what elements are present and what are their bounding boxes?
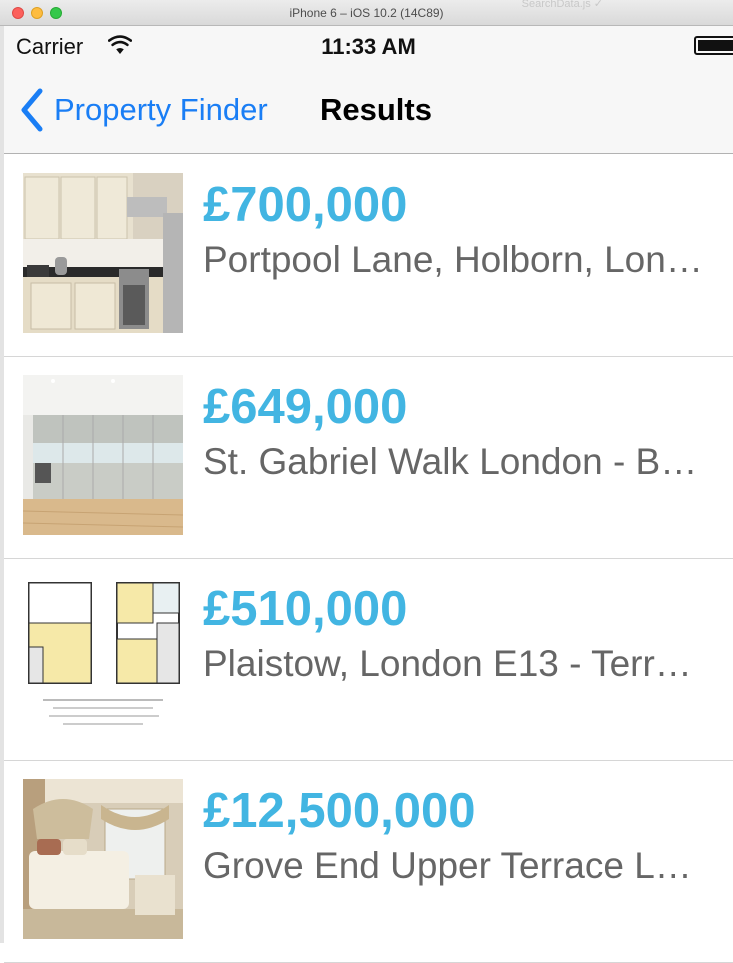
results-list: £700,000 Portpool Lane, Holborn, Lon… £6… <box>4 155 733 963</box>
navigation-bar: Property Finder Results <box>4 66 733 154</box>
battery-icon <box>694 36 733 55</box>
status-time: 11:33 AM <box>321 34 416 59</box>
window-title: iPhone 6 – iOS 10.2 (14C89) <box>289 6 444 20</box>
simulator-window-titlebar: SearchData.js ✓ iPhone 6 – iOS 10.2 (14C… <box>0 0 733 26</box>
listing-title: St. Gabriel Walk London - B… <box>203 441 698 482</box>
listing-title: Plaistow, London E13 - Terr… <box>203 643 692 684</box>
modern-kitchen-photo <box>23 375 183 535</box>
back-button[interactable]: Property Finder <box>18 86 268 134</box>
page-title: Results <box>320 92 432 127</box>
listing-row[interactable]: £700,000 Portpool Lane, Holborn, Lon… <box>4 155 733 357</box>
listing-title: Grove End Upper Terrace L… <box>203 845 692 886</box>
listing-row[interactable]: £510,000 Plaistow, London E13 - Terr… <box>4 559 733 761</box>
listing-price: £12,500,000 <box>203 784 476 838</box>
back-button-label: Property Finder <box>54 92 268 127</box>
listing-price: £510,000 <box>203 582 408 636</box>
chevron-left-icon <box>21 88 43 132</box>
listing-price: £649,000 <box>203 380 408 434</box>
listing-title: Portpool Lane, Holborn, Lon… <box>203 239 703 280</box>
kitchen-photo <box>23 173 183 333</box>
listing-row[interactable]: £649,000 St. Gabriel Walk London - B… <box>4 357 733 559</box>
listing-price: £700,000 <box>203 178 408 232</box>
status-bar: Carrier 11:33 AM <box>4 26 733 66</box>
floorplan-image <box>23 577 183 737</box>
listing-row[interactable]: £12,500,000 Grove End Upper Terrace L… <box>4 761 733 963</box>
bedroom-photo <box>23 779 183 939</box>
